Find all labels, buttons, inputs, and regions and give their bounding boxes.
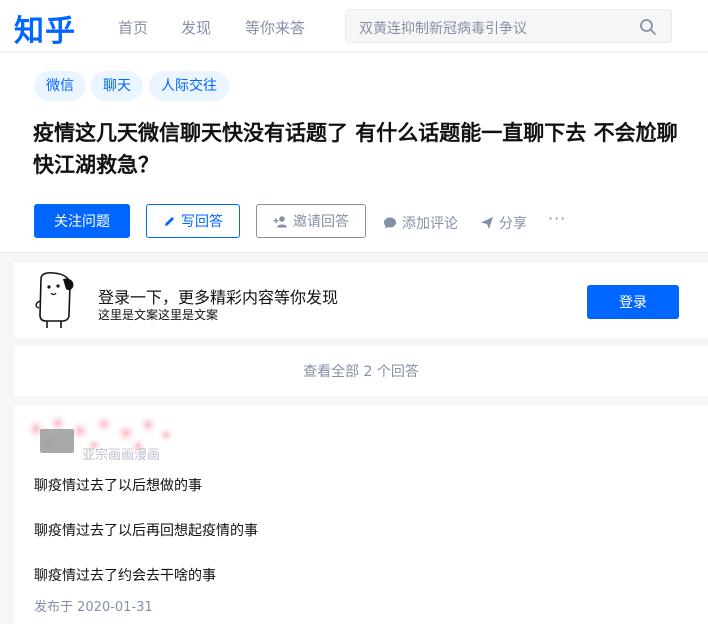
publish-date: 发布于 2020-01-31 [34, 600, 153, 615]
view-all-answers-button[interactable]: 查看全部 2 个回答 [14, 346, 708, 396]
add-comment-label: 添加评论 [402, 216, 458, 232]
share-icon [481, 217, 493, 229]
invite-answer-label: 邀请回答 [293, 214, 349, 230]
answer-paragraph: 聊疫情过去了约会去干啥的事 [34, 568, 216, 584]
search-input[interactable]: 双黄连抑制新冠病毒引争议 [345, 9, 672, 43]
topic-tag[interactable]: 微信 [34, 71, 86, 101]
top-navigation-bar: 知乎 首页 发现 等你来答 双黄连抑制新冠病毒引争议 [0, 0, 708, 52]
topic-tag[interactable]: 聊天 [91, 71, 143, 101]
question-header: 微信 聊天 人际交往 疫情这几天微信聊天快没有话题了 有什么话题能一直聊下去 不… [0, 53, 708, 253]
login-button[interactable]: 登录 [587, 285, 679, 319]
search-icon[interactable] [639, 18, 657, 36]
question-title: 疫情这几天微信聊天快没有话题了 有什么话题能一直聊下去 不会尬聊 快江湖救急？ [33, 121, 678, 177]
answer-paragraph: 聊疫情过去了以后想做的事 [34, 478, 202, 494]
comment-icon [384, 217, 396, 229]
follow-question-button[interactable]: 关注问题 [34, 204, 130, 238]
nav-waiting-answers[interactable]: 等你来答 [245, 17, 305, 38]
login-banner: 登录一下，更多精彩内容等你发现 这里是文案这里是文案 登录 [14, 263, 708, 338]
add-comment-button[interactable]: 添加评论 [383, 213, 458, 233]
author-name[interactable]: 亚宗画画漫画 [82, 444, 160, 463]
more-icon[interactable]: ··· [548, 209, 566, 228]
answer-card: 亚宗画画漫画 聊疫情过去了以后想做的事 聊疫情过去了以后再回想起疫情的事 聊疫情… [14, 405, 708, 624]
share-button[interactable]: 分享 [480, 213, 527, 233]
login-banner-subtitle: 这里是文案这里是文案 [98, 308, 219, 322]
search-placeholder: 双黄连抑制新冠病毒引争议 [359, 21, 527, 37]
add-user-icon [273, 215, 287, 227]
pencil-icon [165, 216, 174, 226]
write-answer-button[interactable]: 写回答 [146, 204, 240, 238]
answer-paragraph: 聊疫情过去了以后再回想起疫情的事 [34, 523, 258, 539]
write-answer-label: 写回答 [181, 214, 223, 230]
nav-home[interactable]: 首页 [118, 17, 148, 38]
invite-answer-button[interactable]: 邀请回答 [256, 204, 366, 238]
share-label: 分享 [499, 216, 527, 232]
topic-tag[interactable]: 人际交往 [149, 71, 229, 101]
mascot-illustration [35, 271, 74, 328]
nav-discover[interactable]: 发现 [181, 17, 211, 38]
login-banner-title: 登录一下，更多精彩内容等你发现 [98, 288, 339, 307]
site-logo[interactable]: 知乎 [14, 6, 76, 50]
